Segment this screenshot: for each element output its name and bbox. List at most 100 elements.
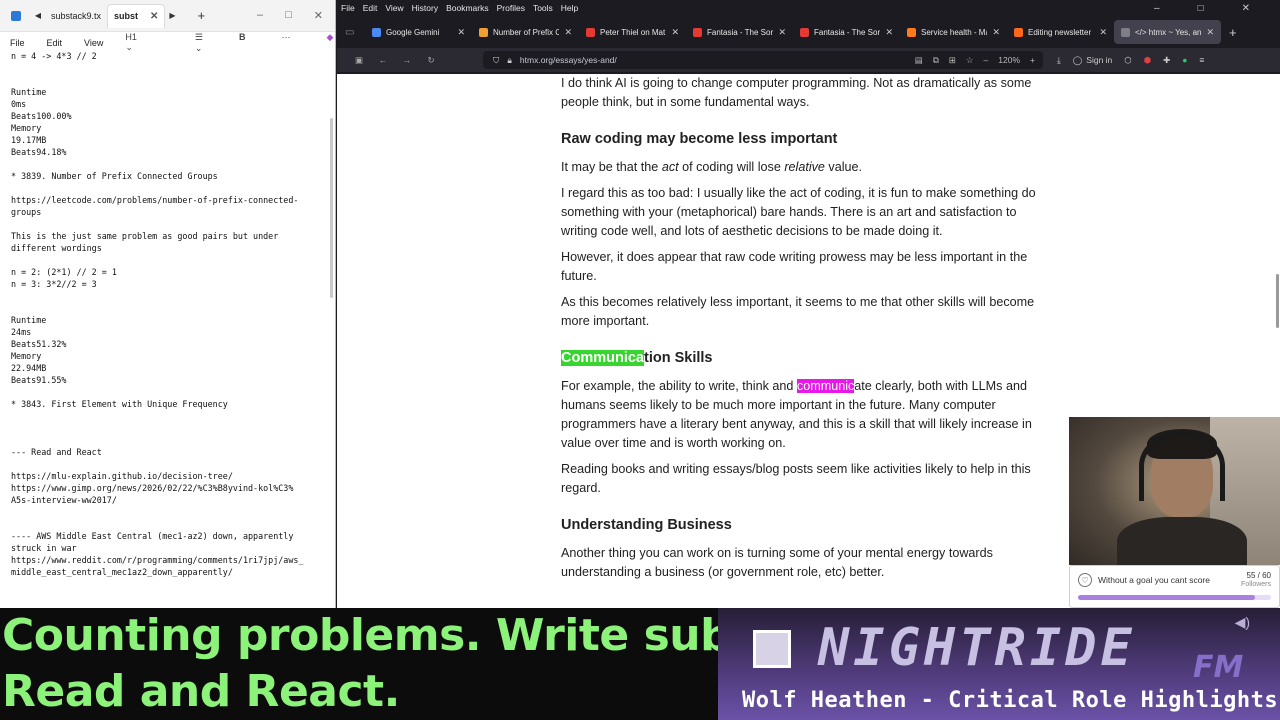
downloads-icon[interactable]: ⤓ — [1057, 55, 1061, 66]
favicon-icon — [479, 27, 488, 37]
tab-scroll-right-icon[interactable]: ▶ — [165, 11, 179, 20]
editor-line: 0ms — [11, 99, 27, 109]
copilot-icon[interactable]: ◆ — [326, 32, 333, 54]
menu-history[interactable]: History — [412, 3, 438, 13]
app-menu-icon[interactable]: ≡ — [1199, 55, 1204, 65]
editor-line: * 3839. Number of Prefix Connected Group… — [11, 171, 218, 181]
window-close-icon[interactable]: ✕ — [314, 9, 323, 22]
ublock-icon[interactable]: ⬢ — [1144, 55, 1151, 66]
editor-line: https://www.reddit.com/r/programming/com… — [11, 555, 304, 565]
close-tab-icon[interactable]: ✕ — [564, 27, 572, 38]
window-close-icon[interactable]: ✕ — [1242, 3, 1250, 14]
menu-profiles[interactable]: Profiles — [497, 3, 525, 13]
browser-tab[interactable]: </> htmx ~ Yes, an ✕ — [1114, 20, 1221, 44]
search-highlight-heading: Communica — [561, 350, 644, 366]
browser-window-controls: – □ ✕ — [1154, 3, 1272, 14]
close-tab-icon[interactable]: ✕ — [1206, 27, 1214, 38]
menu-edit[interactable]: Edit — [363, 3, 378, 13]
menu-help[interactable]: Help — [561, 3, 578, 13]
forward-arrow-icon[interactable]: → — [395, 55, 419, 65]
extension-icon[interactable]: ⬡ — [1124, 55, 1131, 66]
browser-tab[interactable]: Peter Thiel on Mat ✕ — [579, 20, 686, 44]
tab-list-icon[interactable]: ▭ — [345, 27, 365, 38]
sign-in-button[interactable]: ◯ Sign in — [1073, 55, 1113, 66]
menu-edit[interactable]: Edit — [47, 38, 63, 48]
minimize-icon[interactable]: – — [1154, 3, 1160, 14]
editor-line: 22.94MB — [11, 363, 47, 373]
editor-tab-active[interactable]: subst ✕ — [107, 3, 166, 28]
shield-icon[interactable]: ⛉ — [493, 55, 499, 66]
extensions-puzzle-icon[interactable]: ✚ — [1163, 55, 1170, 66]
page-scrollbar[interactable] — [1276, 274, 1279, 328]
zoom-level[interactable]: 120% — [998, 55, 1020, 66]
editor-line: Beats100.00% — [11, 111, 72, 121]
editor-tab-substack9[interactable]: substack9.tx — [45, 4, 107, 28]
new-tab-button[interactable]: + — [197, 8, 205, 23]
extensions-grid-icon[interactable]: ⊞ — [949, 55, 956, 66]
fm-logo: FM — [1193, 650, 1244, 685]
text-span: It may be that the — [561, 160, 662, 174]
address-bar-icons: ▤ ⧉ ⊞ ☆ – 120% + — [915, 55, 1043, 66]
tab-scroll-left-icon[interactable]: ◀ — [31, 11, 45, 20]
bookmark-star-icon[interactable]: ☆ — [966, 55, 974, 66]
text-span: of coding will lose — [678, 160, 785, 174]
browser-tab-label: Number of Prefix C — [493, 27, 560, 37]
goal-text: Without a goal you cant score — [1098, 575, 1210, 585]
follower-count-label: Followers — [1241, 581, 1271, 588]
maximize-icon[interactable]: □ — [1198, 3, 1204, 14]
notepad-window: ◀ substack9.tx subst ✕ ▶ + – □ ✕ File Edi… — [0, 0, 336, 608]
editor-text-area[interactable]: n = 4 -> 4*3 // 2 Runtime 0ms Beats100.00% M… — [11, 50, 323, 578]
close-icon[interactable]: ✕ — [150, 11, 158, 22]
back-arrow-icon[interactable]: ← — [371, 55, 395, 65]
browser-tab[interactable]: Fantasia - The Sorc ✕ — [686, 20, 793, 44]
menu-file[interactable]: File — [10, 38, 25, 48]
vpn-icon[interactable]: ● — [1182, 55, 1187, 65]
browser-tab-label: Service health - Ma — [921, 27, 988, 37]
maximize-icon[interactable]: □ — [285, 9, 292, 22]
editor-tab-active-label: subst — [114, 11, 139, 21]
browser-tab[interactable]: Editing newsletter ✕ — [1007, 20, 1114, 44]
menu-bookmarks[interactable]: Bookmarks — [446, 3, 489, 13]
headset — [1139, 431, 1225, 501]
browser-tab-label: Editing newsletter — [1028, 27, 1092, 37]
browser-tab[interactable]: Fantasia - The Sorc ✕ — [793, 20, 900, 44]
minimize-icon[interactable]: – — [257, 9, 263, 22]
editor-scrollbar[interactable] — [330, 118, 333, 298]
new-tab-button[interactable]: + — [1229, 25, 1237, 40]
reader-view-icon[interactable]: ▤ — [915, 55, 923, 66]
sidebar-icon[interactable]: ▣ — [347, 55, 371, 66]
close-tab-icon[interactable]: ✕ — [992, 27, 1000, 38]
lock-icon[interactable]: 🔒︎ — [507, 55, 512, 66]
follower-goal-widget: ♡ Without a goal you cant score 55 / 60 F… — [1069, 565, 1280, 608]
close-tab-icon[interactable]: ✕ — [778, 27, 786, 38]
menu-view[interactable]: View — [84, 38, 103, 48]
menu-view[interactable]: View — [385, 3, 403, 13]
menu-tools[interactable]: Tools — [533, 3, 553, 13]
close-tab-icon[interactable]: ✕ — [457, 27, 465, 38]
browser-tab[interactable]: Google Gemini ✕ — [365, 20, 472, 44]
search-highlight-word: communic — [796, 379, 855, 393]
browser-tab[interactable]: Service health - Ma ✕ — [900, 20, 1007, 44]
menu-file[interactable]: File — [341, 3, 355, 13]
close-tab-icon[interactable]: ✕ — [1099, 27, 1107, 38]
zoom-out-icon[interactable]: – — [984, 55, 989, 66]
address-bar[interactable]: ⛉ 🔒︎ htmx.org/essays/yes-and/ ▤ ⧉ ⊞ ☆ – … — [483, 51, 1043, 69]
editor-line: * 3843. First Element with Unique Freque… — [11, 399, 228, 409]
zoom-in-icon[interactable]: + — [1030, 55, 1035, 66]
close-tab-icon[interactable]: ✕ — [671, 27, 679, 38]
nightride-logo: NIGHTRIDE — [818, 618, 1136, 678]
screenshot-icon[interactable]: ⧉ — [933, 55, 939, 66]
close-tab-icon[interactable]: ✕ — [885, 27, 893, 38]
editor-window-controls: – □ ✕ — [257, 9, 335, 22]
reload-icon[interactable]: ↻ — [419, 55, 443, 66]
url-text: htmx.org/essays/yes-and/ — [519, 55, 617, 65]
browser-tab-label: Fantasia - The Sorc — [814, 27, 881, 37]
browser-tab[interactable]: Number of Prefix C ✕ — [472, 20, 579, 44]
